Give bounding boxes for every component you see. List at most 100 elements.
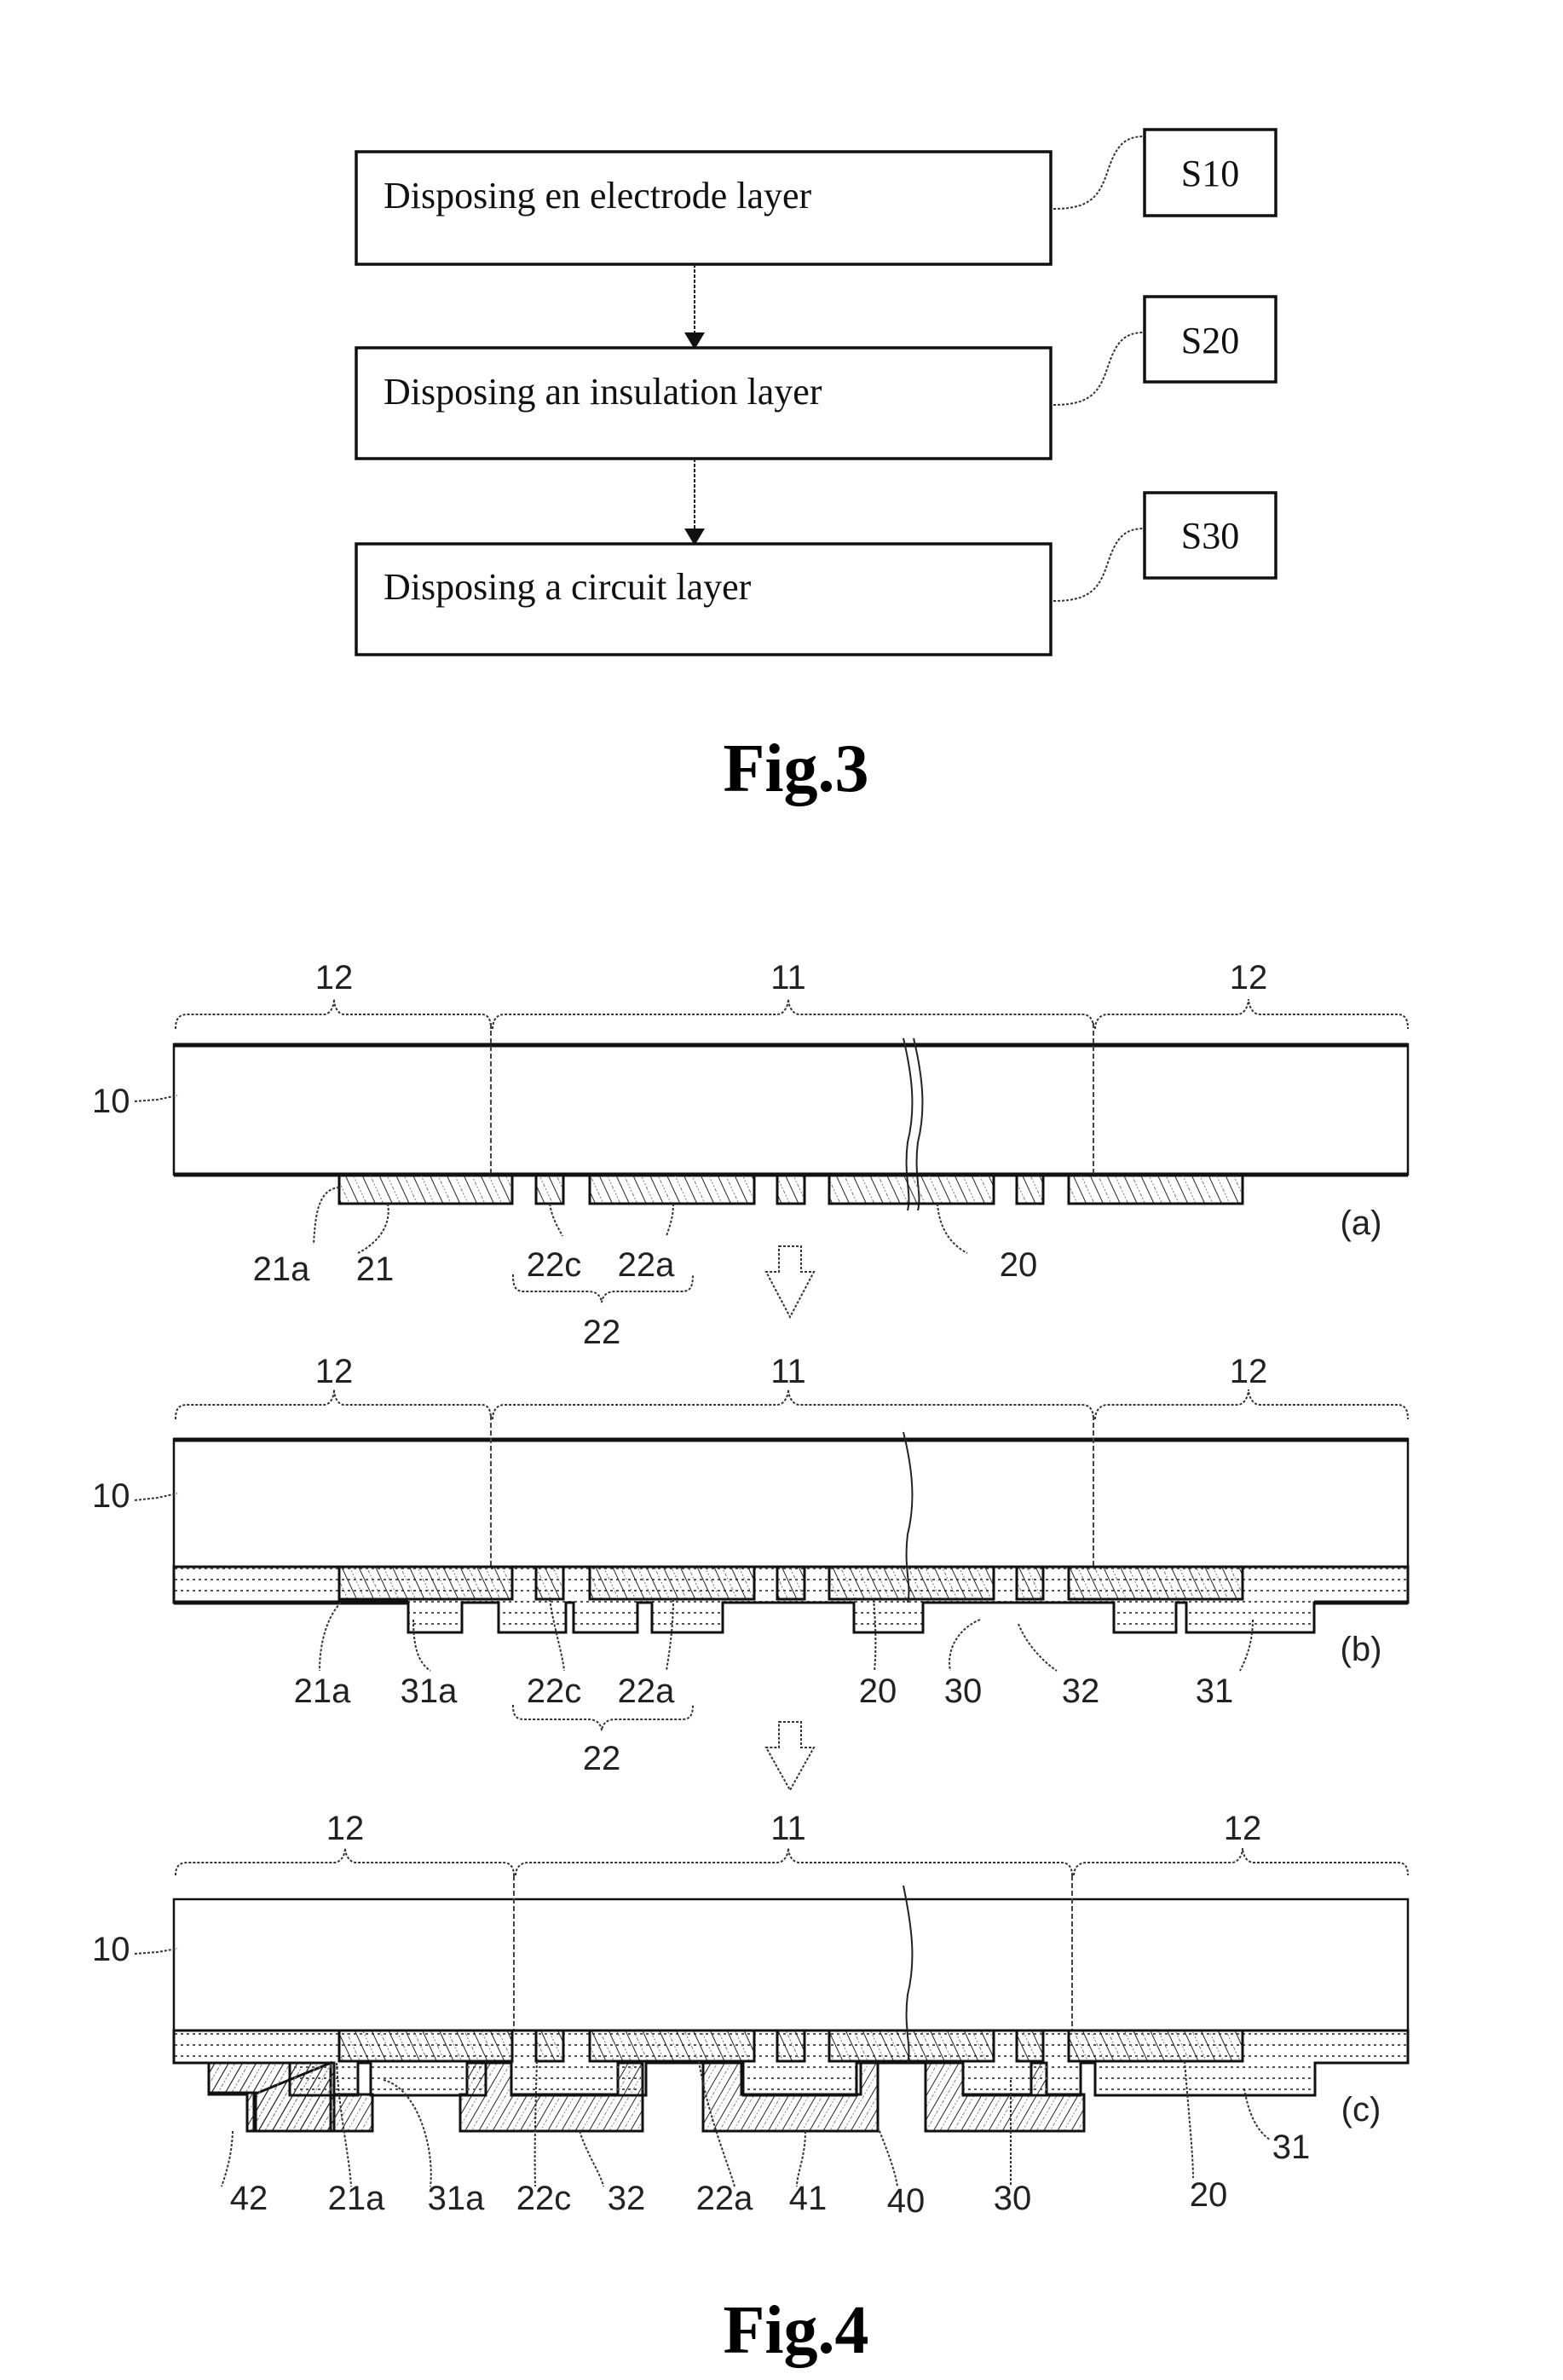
ref-31a: 31a	[401, 1672, 458, 1710]
region-label-11: 11	[770, 959, 806, 996]
electrode-segment	[1015, 1173, 1045, 1205]
region-label-12: 12	[326, 1810, 365, 1847]
process-arrow-icon	[764, 1245, 816, 1320]
substrate-10	[172, 1898, 1410, 2032]
ref-20: 20	[1000, 1246, 1038, 1284]
panel-tag-b: (b)	[1341, 1631, 1382, 1668]
leader-line	[549, 1203, 563, 1237]
panel-tag-c: (c)	[1341, 2091, 1381, 2129]
step-text: Disposing en electrode layer	[384, 175, 812, 217]
ref-22c: 22c	[527, 1672, 582, 1710]
leader-line	[796, 2130, 806, 2187]
leader-line	[877, 2126, 898, 2187]
flow-step-s10: Disposing en electrode layer S10	[355, 128, 1278, 266]
region-brace	[515, 1847, 1073, 1876]
step-label: S10	[1181, 153, 1239, 194]
electrode-segment	[776, 2029, 806, 2063]
electrode-segment	[828, 1173, 995, 1205]
leader-line	[1053, 136, 1145, 210]
fig4-panel-b: 12 11 12 10 21a 31a 22c 22a 20 30 32 31 …	[92, 1353, 1410, 1777]
ref-21: 21	[356, 1251, 395, 1288]
leader-line	[579, 2130, 604, 2187]
electrode-segment	[828, 1565, 995, 1601]
panel-tag-a: (a)	[1341, 1204, 1382, 1242]
region-brace	[175, 998, 492, 1030]
ref-42: 42	[230, 2180, 268, 2217]
leader-line	[319, 1602, 342, 1672]
ref-30: 30	[944, 1672, 983, 1710]
electrode-segment	[1015, 2029, 1045, 2063]
electrode-segment	[1067, 2029, 1244, 2063]
electrode-22c	[534, 2029, 565, 2063]
figure-caption: Fig.4	[723, 2293, 868, 2368]
ref-22a: 22a	[618, 1246, 675, 1284]
region-brace	[1073, 1847, 1409, 1876]
ref-30: 30	[994, 2180, 1032, 2217]
ref-32: 32	[1062, 1672, 1100, 1710]
electrode-22a	[588, 1173, 756, 1205]
ref-32: 32	[608, 2180, 646, 2217]
ref-21a: 21a	[253, 1251, 310, 1288]
region-brace	[1094, 998, 1409, 1030]
electrode-segment	[776, 1173, 806, 1205]
region-label-12: 12	[1230, 959, 1268, 996]
ref-22: 22	[583, 1740, 621, 1777]
electrode-22a	[588, 2029, 756, 2063]
electrode-21	[337, 2029, 514, 2063]
leader-line	[134, 1095, 178, 1102]
ref-41: 41	[789, 2180, 828, 2217]
electrode-21	[337, 1173, 514, 1205]
substrate-10	[172, 1437, 1410, 1568]
electrode-layer-20	[337, 1565, 1244, 1601]
step-label: S30	[1181, 515, 1239, 557]
leader-line	[134, 1493, 178, 1501]
ref-21a: 21a	[328, 2180, 385, 2217]
ref-21a: 21a	[294, 1672, 351, 1710]
region-label-12: 12	[1230, 1353, 1268, 1390]
figure-caption: Fig.3	[723, 731, 868, 806]
electrode-segment	[828, 2029, 995, 2063]
patent-drawing-sheet: Disposing en electrode layer S10 Disposi…	[92, 128, 1410, 2368]
ref-31: 31	[1272, 2129, 1311, 2166]
region-label-12: 12	[315, 1353, 354, 1390]
ref-10: 10	[92, 1477, 130, 1515]
leader-line	[937, 1203, 968, 1254]
leader-line	[1018, 1623, 1058, 1672]
electrode-layer-20	[337, 1173, 1244, 1205]
region-label-11: 11	[770, 1353, 806, 1390]
ref-22c: 22c	[516, 2180, 572, 2217]
leader-line	[221, 2130, 234, 2187]
electrode-segment	[776, 1565, 806, 1601]
electrode-22c	[534, 1173, 565, 1205]
ref-20: 20	[859, 1672, 897, 1710]
step-text: Disposing an insulation layer	[384, 371, 822, 413]
region-brace	[175, 1847, 515, 1876]
region-label-12: 12	[1224, 1810, 1262, 1847]
electrode-layer-20	[337, 2029, 1244, 2063]
ref-22a: 22a	[696, 2180, 753, 2217]
region-brace	[492, 998, 1094, 1030]
ref-10: 10	[92, 1931, 130, 1968]
leader-line	[313, 1187, 340, 1245]
process-arrow-icon	[764, 1721, 816, 1793]
leader-line	[1053, 332, 1145, 406]
electrode-22c	[534, 1565, 565, 1601]
flow-step-s20: Disposing an insulation layer S20	[355, 295, 1278, 460]
region-brace	[1094, 1389, 1409, 1420]
ref-31: 31	[1196, 1672, 1234, 1710]
electrode-22a	[588, 1565, 756, 1601]
ref-40: 40	[887, 2182, 926, 2220]
electrode-segment	[1067, 1173, 1244, 1205]
electrode-segment	[1067, 1565, 1244, 1601]
substrate-10	[172, 1043, 1410, 1176]
leader-line	[357, 1203, 389, 1254]
leader-line	[666, 1203, 674, 1237]
region-brace	[175, 1389, 492, 1420]
leader-line	[949, 1619, 981, 1672]
ref-31a: 31a	[428, 2180, 485, 2217]
region-brace	[492, 1389, 1094, 1420]
region-label-11: 11	[770, 1810, 806, 1847]
leader-line	[1053, 528, 1145, 602]
ref-22a: 22a	[618, 1672, 675, 1710]
ref-20: 20	[1190, 2176, 1228, 2214]
